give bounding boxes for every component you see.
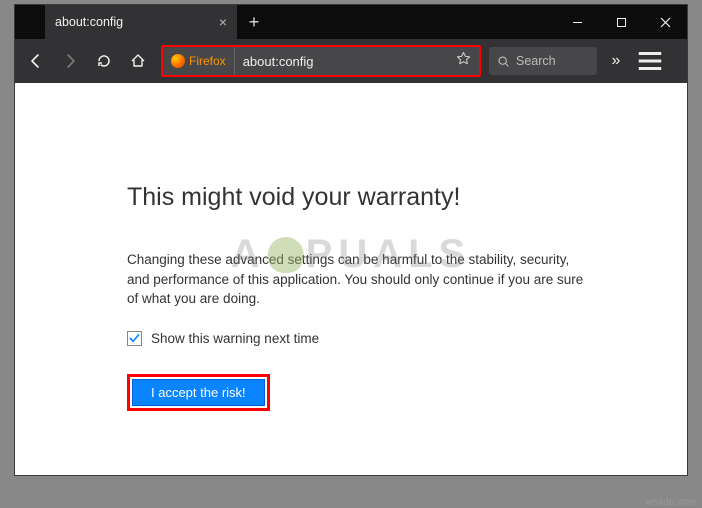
star-icon	[456, 51, 471, 66]
app-menu-button[interactable]	[635, 46, 665, 76]
checkmark-icon	[129, 333, 140, 344]
browser-window: about:config × +	[14, 4, 688, 476]
hamburger-icon	[635, 46, 665, 76]
bookmark-star-button[interactable]	[448, 51, 479, 71]
accept-risk-button[interactable]: I accept the risk!	[132, 379, 265, 406]
home-icon	[130, 53, 146, 69]
arrow-right-icon	[62, 53, 78, 69]
tab-strip-spacer	[15, 5, 45, 39]
overflow-button[interactable]: »	[601, 46, 631, 76]
chevron-double-right-icon: »	[612, 52, 621, 70]
search-box[interactable]: Search	[489, 47, 597, 75]
image-credit: wsxdn.com	[646, 497, 696, 508]
firefox-icon	[171, 54, 185, 68]
minimize-icon	[572, 17, 583, 28]
arrow-left-icon	[28, 53, 44, 69]
new-tab-button[interactable]: +	[237, 5, 271, 39]
forward-button[interactable]	[55, 46, 85, 76]
minimize-button[interactable]	[555, 5, 599, 39]
close-window-button[interactable]	[643, 5, 687, 39]
search-icon	[497, 55, 510, 68]
plus-icon: +	[249, 12, 260, 33]
show-warning-checkbox-row[interactable]: Show this warning next time	[127, 331, 687, 346]
checkbox-label: Show this warning next time	[151, 331, 319, 346]
checkbox[interactable]	[127, 331, 142, 346]
warning-heading: This might void your warranty!	[127, 183, 687, 212]
identity-label: Firefox	[189, 54, 226, 68]
navigation-toolbar: Firefox Search »	[15, 39, 687, 83]
warning-body: Changing these advanced settings can be …	[127, 250, 587, 309]
identity-box[interactable]: Firefox	[163, 47, 235, 75]
maximize-icon	[616, 17, 627, 28]
search-placeholder: Search	[516, 54, 556, 68]
address-bar[interactable]: Firefox	[161, 45, 481, 77]
close-tab-icon[interactable]: ×	[219, 15, 227, 29]
reload-button[interactable]	[89, 46, 119, 76]
tab-title: about:config	[55, 15, 123, 29]
browser-tab[interactable]: about:config ×	[45, 5, 237, 39]
maximize-button[interactable]	[599, 5, 643, 39]
titlebar: about:config × +	[15, 5, 687, 39]
accept-highlight: I accept the risk!	[127, 374, 270, 411]
back-button[interactable]	[21, 46, 51, 76]
url-input[interactable]	[235, 54, 448, 69]
reload-icon	[96, 53, 112, 69]
close-icon	[660, 17, 671, 28]
home-button[interactable]	[123, 46, 153, 76]
page-content: This might void your warranty! Changing …	[15, 83, 687, 475]
window-controls	[555, 5, 687, 39]
